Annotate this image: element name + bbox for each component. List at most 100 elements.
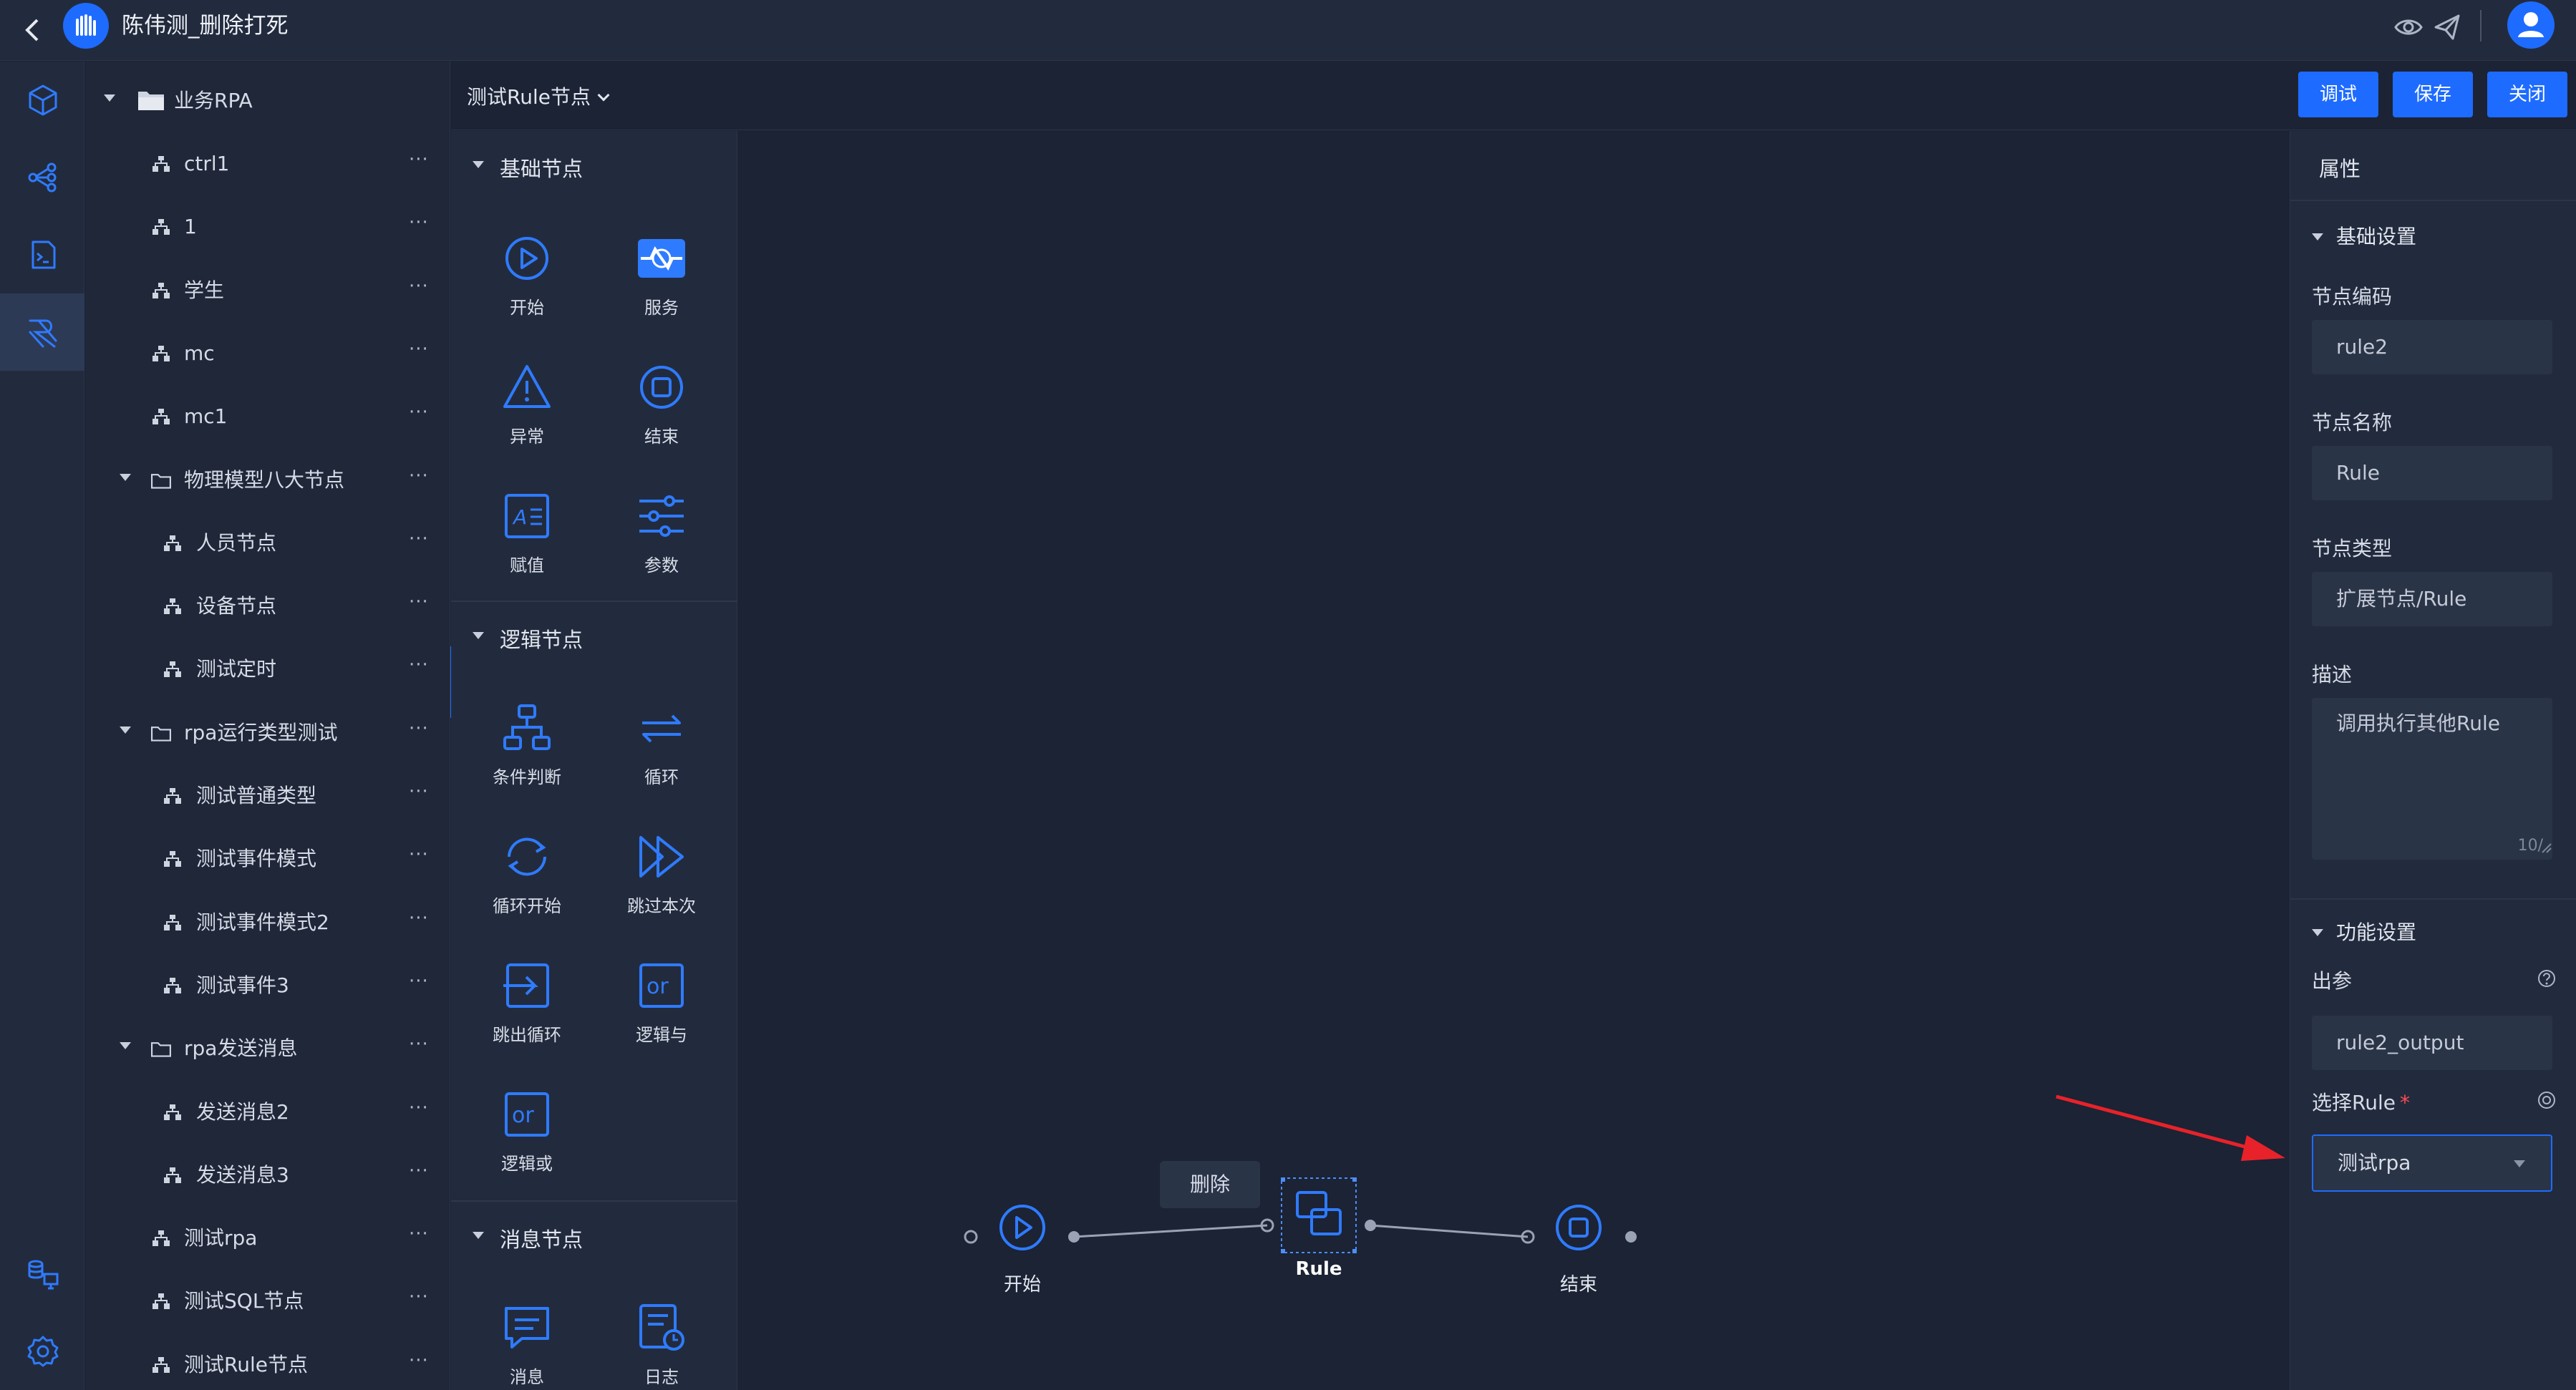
palette-node-refresh[interactable]: 循环开始 xyxy=(473,832,581,939)
more-icon[interactable]: ··· xyxy=(409,844,429,865)
tree-item[interactable]: 测试定时 ··· xyxy=(85,647,450,690)
tree-item[interactable]: 测试事件模式 ··· xyxy=(85,837,450,880)
delete-tooltip[interactable]: 删除 xyxy=(1160,1161,1260,1208)
tree-item[interactable]: mc1 ··· xyxy=(85,394,450,437)
function-settings-header[interactable]: 功能设置 xyxy=(2312,917,2416,946)
palette-node-stop-circle[interactable]: 结束 xyxy=(608,362,715,470)
palette-node-logic-and[interactable]: or 逻辑与 xyxy=(608,961,715,1068)
more-icon[interactable]: ··· xyxy=(409,339,429,360)
palette-node-log[interactable]: 日志 xyxy=(608,1303,715,1390)
tree-folder[interactable]: 物理模型八大节点 ··· xyxy=(85,458,450,501)
palette-node-label: 跳过本次 xyxy=(627,896,696,916)
help-circle-icon[interactable] xyxy=(2537,968,2557,988)
tree-item[interactable]: 测试SQL节点 ··· xyxy=(85,1279,450,1322)
output-field[interactable]: rule2_output xyxy=(2312,1016,2552,1070)
properties-panel: 属性 基础设置 节点编码 rule2 节点名称 Rule 节点类型 扩展节点/R… xyxy=(2290,131,2576,1390)
more-icon[interactable]: ··· xyxy=(409,591,429,613)
more-icon[interactable]: ··· xyxy=(409,781,429,802)
flow-canvas[interactable] xyxy=(738,131,2289,1390)
description-textarea[interactable]: 调用执行其他Rule xyxy=(2312,698,2552,860)
more-icon[interactable]: ··· xyxy=(409,908,429,929)
rule-select[interactable]: 测试rpa xyxy=(2312,1134,2552,1192)
tree-item[interactable]: 1 ··· xyxy=(85,205,450,248)
top-bar: 陈伟测_删除打死 xyxy=(0,0,2576,61)
palette-node-warning[interactable]: 异常 xyxy=(473,362,581,470)
start-node[interactable] xyxy=(995,1202,1050,1257)
target-icon[interactable] xyxy=(2537,1090,2557,1110)
tree-item[interactable]: 测试事件3 ··· xyxy=(85,963,450,1006)
tree-item[interactable]: 发送消息3 ··· xyxy=(85,1153,450,1196)
more-icon[interactable]: ··· xyxy=(409,1034,429,1055)
palette-node-skip[interactable]: 跳过本次 xyxy=(608,832,715,939)
basic-settings-header[interactable]: 基础设置 xyxy=(2312,221,2416,250)
palette-node-play-circle[interactable]: 开始 xyxy=(473,233,581,341)
divider xyxy=(2480,10,2481,42)
send-icon[interactable] xyxy=(2431,11,2463,43)
palette-node-branch[interactable]: 条件判断 xyxy=(473,703,581,810)
tree-item[interactable]: 测试rpa ··· xyxy=(85,1216,450,1259)
end-node[interactable] xyxy=(1551,1202,1606,1257)
palette-node-service[interactable]: 服务 xyxy=(608,233,715,341)
tree-item[interactable]: 学生 ··· xyxy=(85,268,450,311)
node-name-field[interactable]: Rule xyxy=(2312,446,2552,500)
resize-handle-icon[interactable] xyxy=(2541,842,2552,854)
logic-nodes-header[interactable]: 逻辑节点 xyxy=(451,615,737,658)
message-nodes-header[interactable]: 消息节点 xyxy=(451,1215,737,1258)
caret-down-icon[interactable] xyxy=(104,94,115,102)
node-type-field[interactable]: 扩展节点/Rule xyxy=(2312,572,2552,626)
eye-icon[interactable] xyxy=(2393,11,2424,43)
save-button[interactable]: 保存 xyxy=(2393,72,2473,117)
more-icon[interactable]: ··· xyxy=(409,1223,429,1245)
more-icon[interactable]: ··· xyxy=(409,528,429,550)
tree-folder[interactable]: rpa运行类型测试 ··· xyxy=(85,711,450,754)
rpa-nav-item[interactable] xyxy=(0,293,84,371)
more-icon[interactable]: ··· xyxy=(409,1097,429,1119)
more-icon[interactable]: ··· xyxy=(409,1160,429,1182)
tree-item[interactable]: mc ··· xyxy=(85,331,450,374)
hierarchy-icon xyxy=(164,788,181,804)
palette-node-exit-loop[interactable]: 跳出循环 xyxy=(473,961,581,1068)
more-icon[interactable]: ··· xyxy=(409,718,429,739)
palette-node-logic-or[interactable]: or 逻辑或 xyxy=(473,1089,581,1197)
debug-button[interactable]: 调试 xyxy=(2298,72,2378,117)
palette-node-loop-arrows[interactable]: 循环 xyxy=(608,703,715,810)
caret-down-icon[interactable] xyxy=(120,1042,131,1050)
more-icon[interactable]: ··· xyxy=(409,654,429,676)
caret-down-icon[interactable] xyxy=(120,726,131,734)
tree-item[interactable]: 测试普通类型 ··· xyxy=(85,774,450,817)
settings-nav-item[interactable] xyxy=(0,1313,84,1390)
caret-down-icon[interactable] xyxy=(120,473,131,481)
basic-nodes-header[interactable]: 基础节点 xyxy=(451,144,737,187)
script-nav-item[interactable] xyxy=(0,216,84,293)
tree-item[interactable]: 测试Rule节点 ··· xyxy=(85,1343,450,1386)
tree-item[interactable]: 测试事件模式2 ··· xyxy=(85,900,450,943)
tree-item[interactable]: 设备节点 ··· xyxy=(85,584,450,627)
more-icon[interactable]: ··· xyxy=(409,276,429,297)
tree-item[interactable]: ctrl1 ··· xyxy=(85,142,450,185)
datasource-nav-item[interactable] xyxy=(0,1235,84,1313)
more-icon[interactable]: ··· xyxy=(409,212,429,233)
tree-folder[interactable]: rpa发送消息 ··· xyxy=(85,1026,450,1069)
close-button[interactable]: 关闭 xyxy=(2487,72,2567,117)
flow-selector[interactable]: 测试Rule节点 xyxy=(467,82,610,110)
more-icon[interactable]: ··· xyxy=(409,402,429,423)
palette-node-sliders[interactable]: 参数 xyxy=(608,491,715,598)
flow-nav-item[interactable] xyxy=(0,139,84,216)
rule-node[interactable] xyxy=(1282,1178,1356,1253)
node-code-field[interactable]: rule2 xyxy=(2312,320,2552,374)
user-avatar-icon[interactable] xyxy=(2507,1,2555,49)
model-nav-item[interactable] xyxy=(0,62,84,139)
chevron-left-icon[interactable] xyxy=(19,10,47,50)
palette-node-assign[interactable]: A 赋值 xyxy=(473,491,581,598)
logic-nodes-title: 逻辑节点 xyxy=(500,628,584,652)
description-label: 描述 xyxy=(2312,663,2353,686)
tree-item[interactable]: 发送消息2 ··· xyxy=(85,1090,450,1133)
more-icon[interactable]: ··· xyxy=(409,465,429,487)
tree-item[interactable]: 人员节点 ··· xyxy=(85,521,450,564)
more-icon[interactable]: ··· xyxy=(409,1286,429,1308)
more-icon[interactable]: ··· xyxy=(409,149,429,170)
more-icon[interactable]: ··· xyxy=(409,1350,429,1371)
more-icon[interactable]: ··· xyxy=(409,971,429,992)
palette-node-message[interactable]: 消息 xyxy=(473,1303,581,1390)
tree-root[interactable]: 业务RPA xyxy=(85,79,450,122)
